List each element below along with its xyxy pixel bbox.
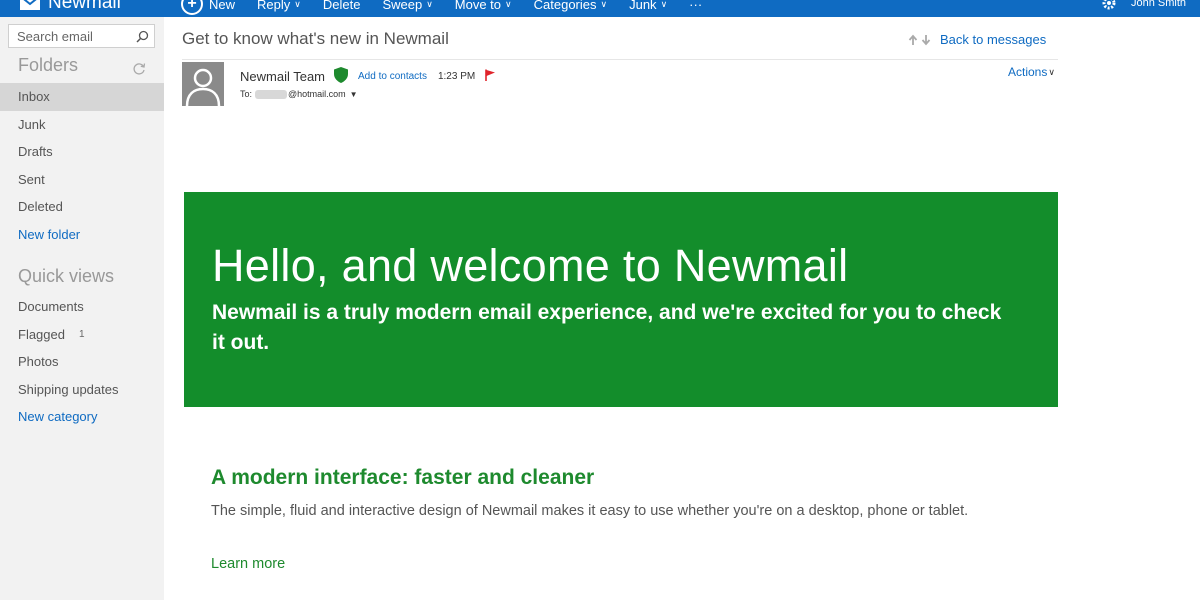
move-to-button[interactable]: Move to ∨ <box>455 0 512 12</box>
refresh-icon[interactable] <box>132 62 146 81</box>
new-folder-link[interactable]: New folder <box>0 221 164 249</box>
add-to-contacts-link[interactable]: Add to contacts <box>358 71 427 82</box>
categories-button[interactable]: Categories ∨ <box>534 0 607 12</box>
quick-view-label: Flagged <box>18 326 65 342</box>
new-button[interactable]: + New <box>181 0 235 15</box>
folder-item-junk[interactable]: Junk <box>0 111 164 139</box>
chevron-down-icon: ∨ <box>505 0 512 9</box>
back-to-messages-label: Back to messages <box>940 32 1047 47</box>
quick-view-label: Shipping updates <box>18 381 119 397</box>
quick-view-label: Documents <box>18 299 84 315</box>
quick-view-flagged[interactable]: Flagged 1 <box>0 321 164 349</box>
new-category-link[interactable]: New category <box>0 403 164 431</box>
message-time: 1:23 PM <box>437 71 476 82</box>
app-brand[interactable]: Newmail <box>20 0 121 13</box>
categories-label: Categories <box>533 0 597 12</box>
recipient-line: To: @hotmail.com ▼ <box>240 89 358 99</box>
sender-row: Newmail Team Add to contacts 1:23 PM <box>240 67 496 86</box>
welcome-banner: Hello, and welcome to Newmail Newmail is… <box>184 192 1058 407</box>
header-divider <box>182 59 1058 60</box>
quick-views-list: Documents Flagged 1 Photos Shipping upda… <box>0 293 164 431</box>
avatar <box>182 62 224 106</box>
recipient-domain: @hotmail.com <box>288 89 346 99</box>
delete-button[interactable]: Delete <box>323 0 361 12</box>
search-input[interactable] <box>17 28 129 44</box>
quick-views-heading: Quick views <box>18 266 115 286</box>
app-name: Newmail <box>48 0 121 13</box>
chevron-down-icon: ∨ <box>600 0 608 9</box>
reply-label: Reply <box>257 0 291 12</box>
delete-label: Delete <box>322 0 361 12</box>
junk-button[interactable]: Junk ∨ <box>629 0 667 12</box>
sender-name[interactable]: Newmail Team <box>240 69 325 84</box>
search-box <box>8 24 155 48</box>
chevron-down-icon: ∨ <box>294 0 301 9</box>
banner-subtitle: Newmail is a truly modern email experien… <box>212 301 1002 354</box>
quick-view-photos[interactable]: Photos <box>0 348 164 376</box>
chevron-down-icon: ∨ <box>426 0 433 9</box>
folder-item-drafts[interactable]: Drafts <box>0 138 164 166</box>
feature-heading: A modern interface: faster and cleaner <box>211 466 595 489</box>
flag-icon[interactable] <box>484 69 496 84</box>
quick-view-label: Photos <box>18 354 59 370</box>
top-command-bar: Newmail + New Reply ∨ Delete Sweep ∨ Mov… <box>0 0 1200 17</box>
learn-more-link[interactable]: Learn more <box>211 556 285 572</box>
folder-item-inbox[interactable]: Inbox <box>0 83 164 111</box>
shield-icon <box>334 67 349 86</box>
sweep-button[interactable]: Sweep ∨ <box>382 0 432 12</box>
chevron-down-icon: ∨ <box>1048 66 1055 77</box>
folder-item-sent[interactable]: Sent <box>0 166 164 194</box>
prev-next-arrows-icon[interactable] <box>908 34 932 46</box>
more-commands-button[interactable]: ··· <box>689 0 702 12</box>
top-right-area: John Smith <box>1101 0 1186 11</box>
folder-item-deleted[interactable]: Deleted <box>0 193 164 221</box>
search-icon[interactable] <box>136 30 149 48</box>
user-name[interactable]: John Smith <box>1131 0 1186 9</box>
mail-logo-icon <box>20 0 40 10</box>
chevron-down-icon: ∨ <box>660 0 668 9</box>
actions-label: Actions <box>1008 65 1048 79</box>
command-toolbar: + New Reply ∨ Delete Sweep ∨ Move to ∨ C… <box>181 0 724 15</box>
more-label: ··· <box>689 0 703 12</box>
redacted-address <box>255 89 288 99</box>
sidebar: Folders Inbox Junk Drafts Sent Deleted N… <box>0 17 164 600</box>
move-to-label: Move to <box>454 0 502 12</box>
folders-heading: Folders <box>18 55 79 75</box>
reply-button[interactable]: Reply ∨ <box>257 0 301 12</box>
to-label: To: <box>240 89 253 99</box>
gear-icon[interactable] <box>1101 0 1117 11</box>
back-to-messages-link[interactable]: Back to messages <box>908 32 1046 47</box>
banner-title: Hello, and welcome to Newmail <box>212 240 849 291</box>
junk-label: Junk <box>629 0 657 12</box>
quick-view-shipping-updates[interactable]: Shipping updates <box>0 376 164 404</box>
feature-description: The simple, fluid and interactive design… <box>211 503 969 519</box>
message-subject: Get to know what's new in Newmail <box>182 29 449 48</box>
new-label: New <box>209 0 236 12</box>
actions-menu[interactable]: Actions ∨ <box>1008 65 1055 79</box>
folder-list: Inbox Junk Drafts Sent Deleted New folde… <box>0 83 164 248</box>
plus-circle-icon: + <box>181 0 203 15</box>
quick-view-documents[interactable]: Documents <box>0 293 164 321</box>
sweep-label: Sweep <box>382 0 423 12</box>
flagged-count-badge: 1 <box>78 328 85 340</box>
chevron-down-icon[interactable]: ▼ <box>350 90 358 99</box>
